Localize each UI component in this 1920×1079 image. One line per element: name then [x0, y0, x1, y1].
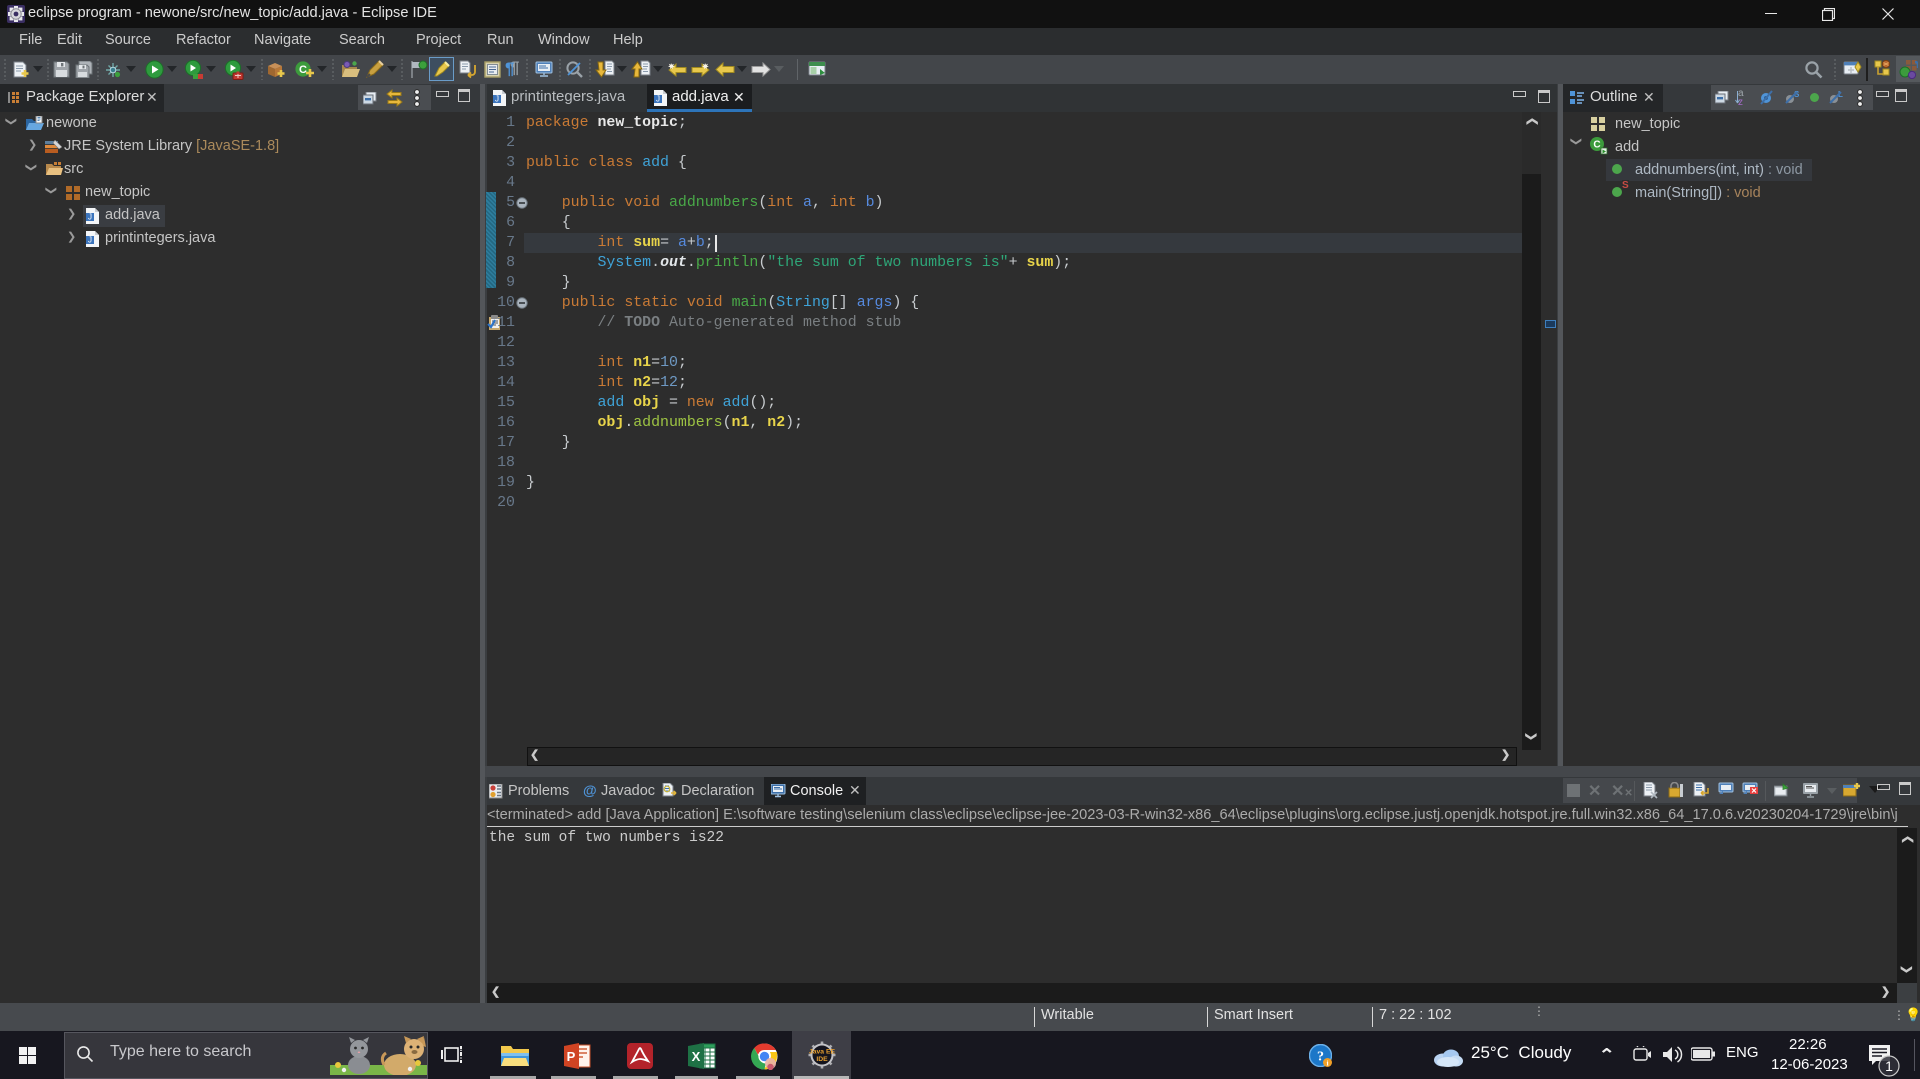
svg-text:J: J	[495, 95, 499, 104]
svg-text:J: J	[656, 95, 660, 104]
svg-text:i: i	[1326, 1059, 1328, 1068]
svg-text:X: X	[692, 1049, 701, 1064]
svg-text:C: C	[299, 64, 307, 76]
svg-text:J: J	[88, 213, 92, 222]
svg-text:Java EE: Java EE	[809, 1049, 836, 1056]
svg-text:P: P	[567, 1049, 576, 1064]
svg-text:C: C	[1593, 140, 1600, 151]
svg-text:IDE: IDE	[816, 1056, 828, 1063]
svg-text:J: J	[88, 236, 92, 245]
svg-text:?: ?	[1317, 1050, 1324, 1065]
svg-text:1: 1	[1885, 1058, 1893, 1074]
